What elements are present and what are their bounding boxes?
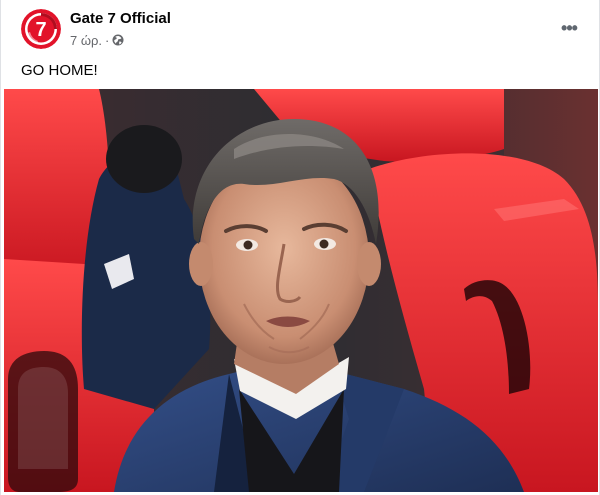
page-name-link[interactable]: Gate 7 Official xyxy=(70,10,171,27)
more-options-button[interactable]: ••• xyxy=(553,12,585,44)
post-timestamp[interactable]: 7 ώρ. xyxy=(70,33,102,48)
photo-image xyxy=(4,89,598,492)
post-meta: 7 ώρ. · xyxy=(70,32,124,48)
post-photo[interactable] xyxy=(4,89,598,492)
logo-char: 7 xyxy=(35,19,46,41)
facebook-post: 7 Gate 7 Official 7 ώρ. · ••• GO HOME! xyxy=(0,0,600,495)
post-message: GO HOME! xyxy=(21,62,98,79)
post-header: 7 Gate 7 Official 7 ώρ. · ••• xyxy=(1,0,600,58)
meta-separator: · xyxy=(105,32,110,48)
gate7-logo-icon: 7 xyxy=(21,9,61,49)
page-avatar[interactable]: 7 xyxy=(21,9,61,49)
globe-icon[interactable] xyxy=(112,34,124,46)
more-options-icon: ••• xyxy=(561,18,578,38)
